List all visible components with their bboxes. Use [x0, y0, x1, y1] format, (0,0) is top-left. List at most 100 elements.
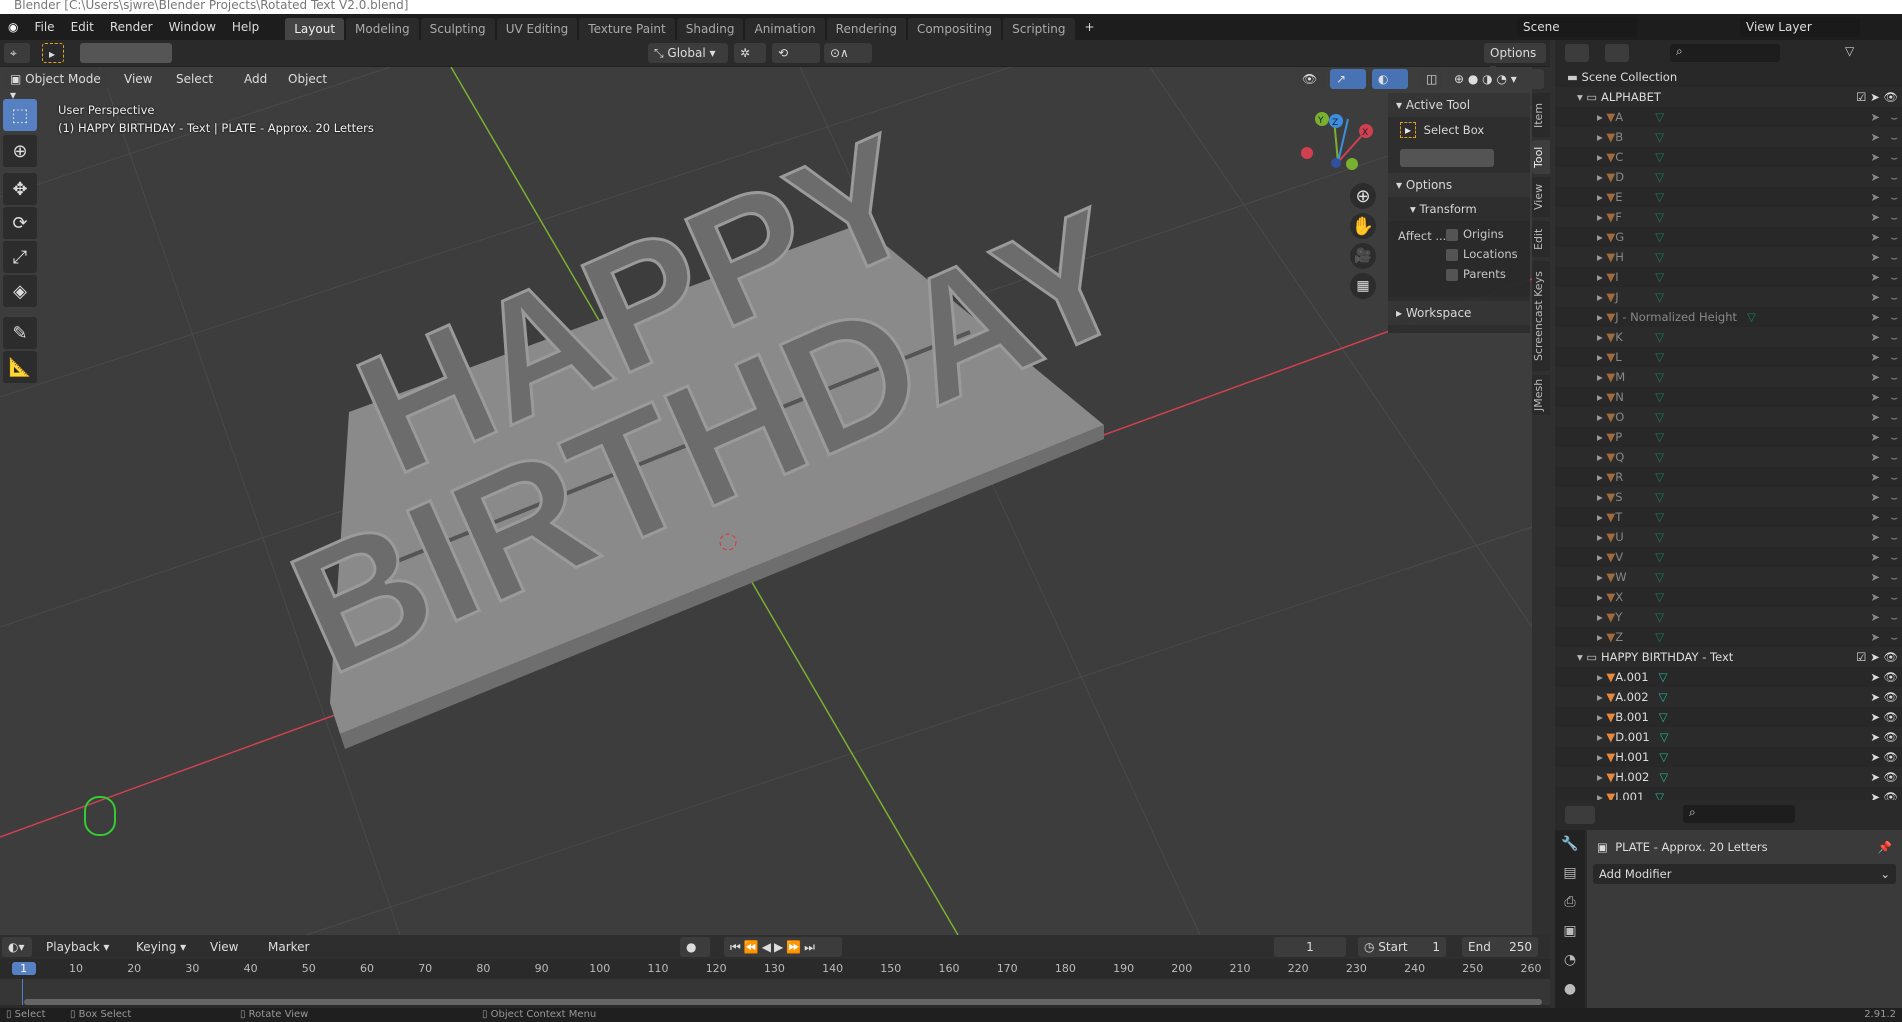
sidebar-tab-item[interactable]: Item — [1532, 93, 1550, 137]
visibility-eye-icon[interactable]: ⌣ — [1890, 107, 1898, 127]
timeline-menu-view[interactable]: View — [204, 937, 244, 957]
menu-render[interactable]: Render — [102, 20, 161, 34]
viewport-menu-object[interactable]: Object — [282, 69, 333, 89]
selectable-icon[interactable]: ➤ — [1870, 107, 1880, 127]
properties-search-input[interactable]: ⌕ — [1683, 805, 1795, 823]
menu-file[interactable]: File — [26, 20, 62, 34]
menu-edit[interactable]: Edit — [63, 20, 102, 34]
selectable-icon[interactable]: ➤ — [1870, 667, 1880, 687]
visibility-eye-icon[interactable]: 👁 — [1883, 687, 1898, 707]
properties-tabs[interactable]: 🔧 ▤ ⎙ ▣ ◔ ● — [1555, 830, 1585, 1008]
exclude-checkbox-icon[interactable]: ☑ ➤ 👁 — [1856, 87, 1898, 107]
navigation-gizmo[interactable]: X Y Z — [1301, 112, 1373, 170]
outliner-item[interactable]: ▸ ▼ J ▽ ➤ ⌣ — [1555, 287, 1902, 307]
camera-view-icon[interactable]: 🎥 — [1350, 243, 1376, 269]
selection-mode-buttons[interactable] — [80, 43, 172, 63]
visibility-icon[interactable]: 👁 — [1296, 69, 1326, 89]
snap-icon[interactable]: ⟲ — [772, 43, 820, 63]
outliner-item[interactable]: ▸ ▼ I ▽ ➤ ⌣ — [1555, 267, 1902, 287]
visibility-eye-icon[interactable]: ⌣ — [1890, 127, 1898, 147]
record-button[interactable]: ● — [680, 937, 710, 957]
outliner-item[interactable]: ▸ ▼ M ▽ ➤ ⌣ — [1555, 367, 1902, 387]
tab-modeling[interactable]: Modeling — [346, 18, 419, 40]
playback-controls[interactable]: ⏮⏪◀▶⏩⏭ — [724, 937, 842, 957]
tab-animation[interactable]: Animation — [745, 18, 825, 40]
outliner-item[interactable]: ▸ ▼ K ▽ ➤ ⌣ — [1555, 327, 1902, 347]
filter-icon[interactable]: ▽ — [1845, 44, 1871, 62]
outliner-item[interactable]: ▸ ▼ X ▽ ➤ ⌣ — [1555, 587, 1902, 607]
outliner-item[interactable]: ▸ ▼ D ▽ ➤ ⌣ — [1555, 167, 1902, 187]
outliner-item[interactable]: ▸ ▼ R ▽ ➤ ⌣ — [1555, 467, 1902, 487]
visibility-eye-icon[interactable]: ⌣ — [1890, 347, 1898, 367]
visibility-eye-icon[interactable]: ⌣ — [1890, 227, 1898, 247]
sidebar-tab-edit[interactable]: Edit — [1532, 221, 1550, 257]
visibility-eye-icon[interactable]: ⌣ — [1890, 167, 1898, 187]
outliner-item[interactable]: ▸ ▼ A.001 ▽ ➤ 👁 — [1555, 667, 1902, 687]
visibility-eye-icon[interactable]: ⌣ — [1890, 207, 1898, 227]
pan-view-icon[interactable]: ✋ — [1350, 213, 1376, 239]
3d-viewport[interactable]: HAPPY BIRTHDAY X Y Z User Perspective (1… — [0, 67, 1532, 935]
outliner-item[interactable]: ▸ ▼ B ▽ ➤ ⌣ — [1555, 127, 1902, 147]
timeline-menu-marker[interactable]: Marker — [262, 937, 315, 957]
editor-type-button[interactable]: ⌖ — [4, 43, 30, 63]
mode-dropdown[interactable]: ▣ Object Mode ▾ — [4, 69, 108, 102]
viewport-menu-add[interactable]: Add — [238, 69, 273, 89]
selectable-icon[interactable]: ➤ — [1870, 147, 1880, 167]
add-modifier-dropdown[interactable]: Add Modifier ⌄ — [1593, 864, 1896, 884]
proportional-edit-icon[interactable]: ⊙∧ — [824, 43, 872, 63]
tab-shading[interactable]: Shading — [676, 18, 744, 40]
outliner-item[interactable]: ▸ ▼ Y ▽ ➤ ⌣ — [1555, 607, 1902, 627]
scene-selector[interactable]: Scene — [1517, 17, 1637, 37]
outliner-item[interactable]: ▸ ▼ N ▽ ➤ ⌣ — [1555, 387, 1902, 407]
outliner-item[interactable]: ▸ ▼ D.001 ▽ ➤ 👁 — [1555, 727, 1902, 747]
selectable-icon[interactable]: ➤ — [1870, 487, 1880, 507]
outliner-item[interactable]: ▸ ▼ F ▽ ➤ ⌣ — [1555, 207, 1902, 227]
ortho-toggle-icon[interactable]: ▦ — [1350, 273, 1376, 299]
move-tool-icon[interactable]: ✥ — [3, 173, 37, 205]
visibility-eye-icon[interactable]: ⌣ — [1890, 507, 1898, 527]
outliner-item[interactable]: ▸ ▼ E ▽ ➤ ⌣ — [1555, 187, 1902, 207]
outliner-item[interactable]: ▸ ▼ J - Normalized Height ▽ ➤ ⌣ — [1555, 307, 1902, 327]
menu-help[interactable]: Help — [224, 20, 267, 34]
selectable-icon[interactable]: ➤ — [1870, 787, 1880, 800]
start-frame-field[interactable]: ◷ Start 1 — [1358, 937, 1446, 957]
blender-logo-icon[interactable]: ◉ — [0, 20, 26, 34]
select-box-tool-icon[interactable]: ⬚ — [3, 99, 37, 131]
selectable-icon[interactable]: ➤ — [1870, 507, 1880, 527]
checkbox-locations[interactable]: Locations — [1446, 247, 1518, 261]
editor-type-button[interactable] — [1565, 806, 1595, 824]
visibility-eye-icon[interactable]: ⌣ — [1890, 607, 1898, 627]
selectable-icon[interactable]: ➤ — [1870, 427, 1880, 447]
visibility-eye-icon[interactable]: 👁 — [1883, 727, 1898, 747]
outliner-item[interactable]: ▸ ▼ L ▽ ➤ ⌣ — [1555, 347, 1902, 367]
select-box-icon[interactable]: ▸ — [42, 43, 64, 63]
selectable-icon[interactable]: ➤ — [1870, 467, 1880, 487]
selectable-icon[interactable]: ➤ — [1870, 347, 1880, 367]
selectable-icon[interactable]: ➤ — [1870, 767, 1880, 787]
outliner-item[interactable]: ▸ ▼ I.001 ▽ ➤ 👁 — [1555, 787, 1902, 800]
visibility-eye-icon[interactable]: ⌣ — [1890, 267, 1898, 287]
overlay-toggle-icon[interactable]: ◐ — [1372, 69, 1408, 89]
active-tool-panel-header[interactable]: ▾ Active Tool — [1388, 93, 1530, 117]
selectable-icon[interactable]: ➤ — [1870, 307, 1880, 327]
outliner-item[interactable]: ▬ Scene Collection — [1555, 67, 1902, 87]
pin-icon[interactable]: 📌 — [1878, 840, 1892, 854]
selectable-icon[interactable]: ➤ — [1870, 727, 1880, 747]
outliner-item[interactable]: ▸ ▼ Q ▽ ➤ ⌣ — [1555, 447, 1902, 467]
visibility-eye-icon[interactable]: ⌣ — [1890, 627, 1898, 647]
selectable-icon[interactable]: ➤ — [1870, 567, 1880, 587]
outliner-item[interactable]: ▸ ▼ H ▽ ➤ ⌣ — [1555, 247, 1902, 267]
visibility-eye-icon[interactable]: 👁 — [1883, 707, 1898, 727]
selectable-icon[interactable]: ➤ — [1870, 387, 1880, 407]
visibility-eye-icon[interactable]: ⌣ — [1890, 147, 1898, 167]
transform-subpanel-header[interactable]: ▾ Transform — [1388, 197, 1530, 221]
selectable-icon[interactable]: ➤ — [1870, 327, 1880, 347]
outliner-item[interactable]: ▸ ▼ Z ▽ ➤ ⌣ — [1555, 627, 1902, 647]
checkbox-parents[interactable]: Parents — [1446, 267, 1506, 281]
visibility-eye-icon[interactable]: ⌣ — [1890, 447, 1898, 467]
outliner-item[interactable]: ▸ ▼ C ▽ ➤ ⌣ — [1555, 147, 1902, 167]
checkbox-box[interactable] — [1446, 248, 1458, 261]
selectable-icon[interactable]: ➤ — [1870, 747, 1880, 767]
visibility-eye-icon[interactable]: 👁 — [1883, 747, 1898, 767]
sidebar-tab-screencast-keys[interactable]: Screencast Keys — [1532, 261, 1550, 371]
